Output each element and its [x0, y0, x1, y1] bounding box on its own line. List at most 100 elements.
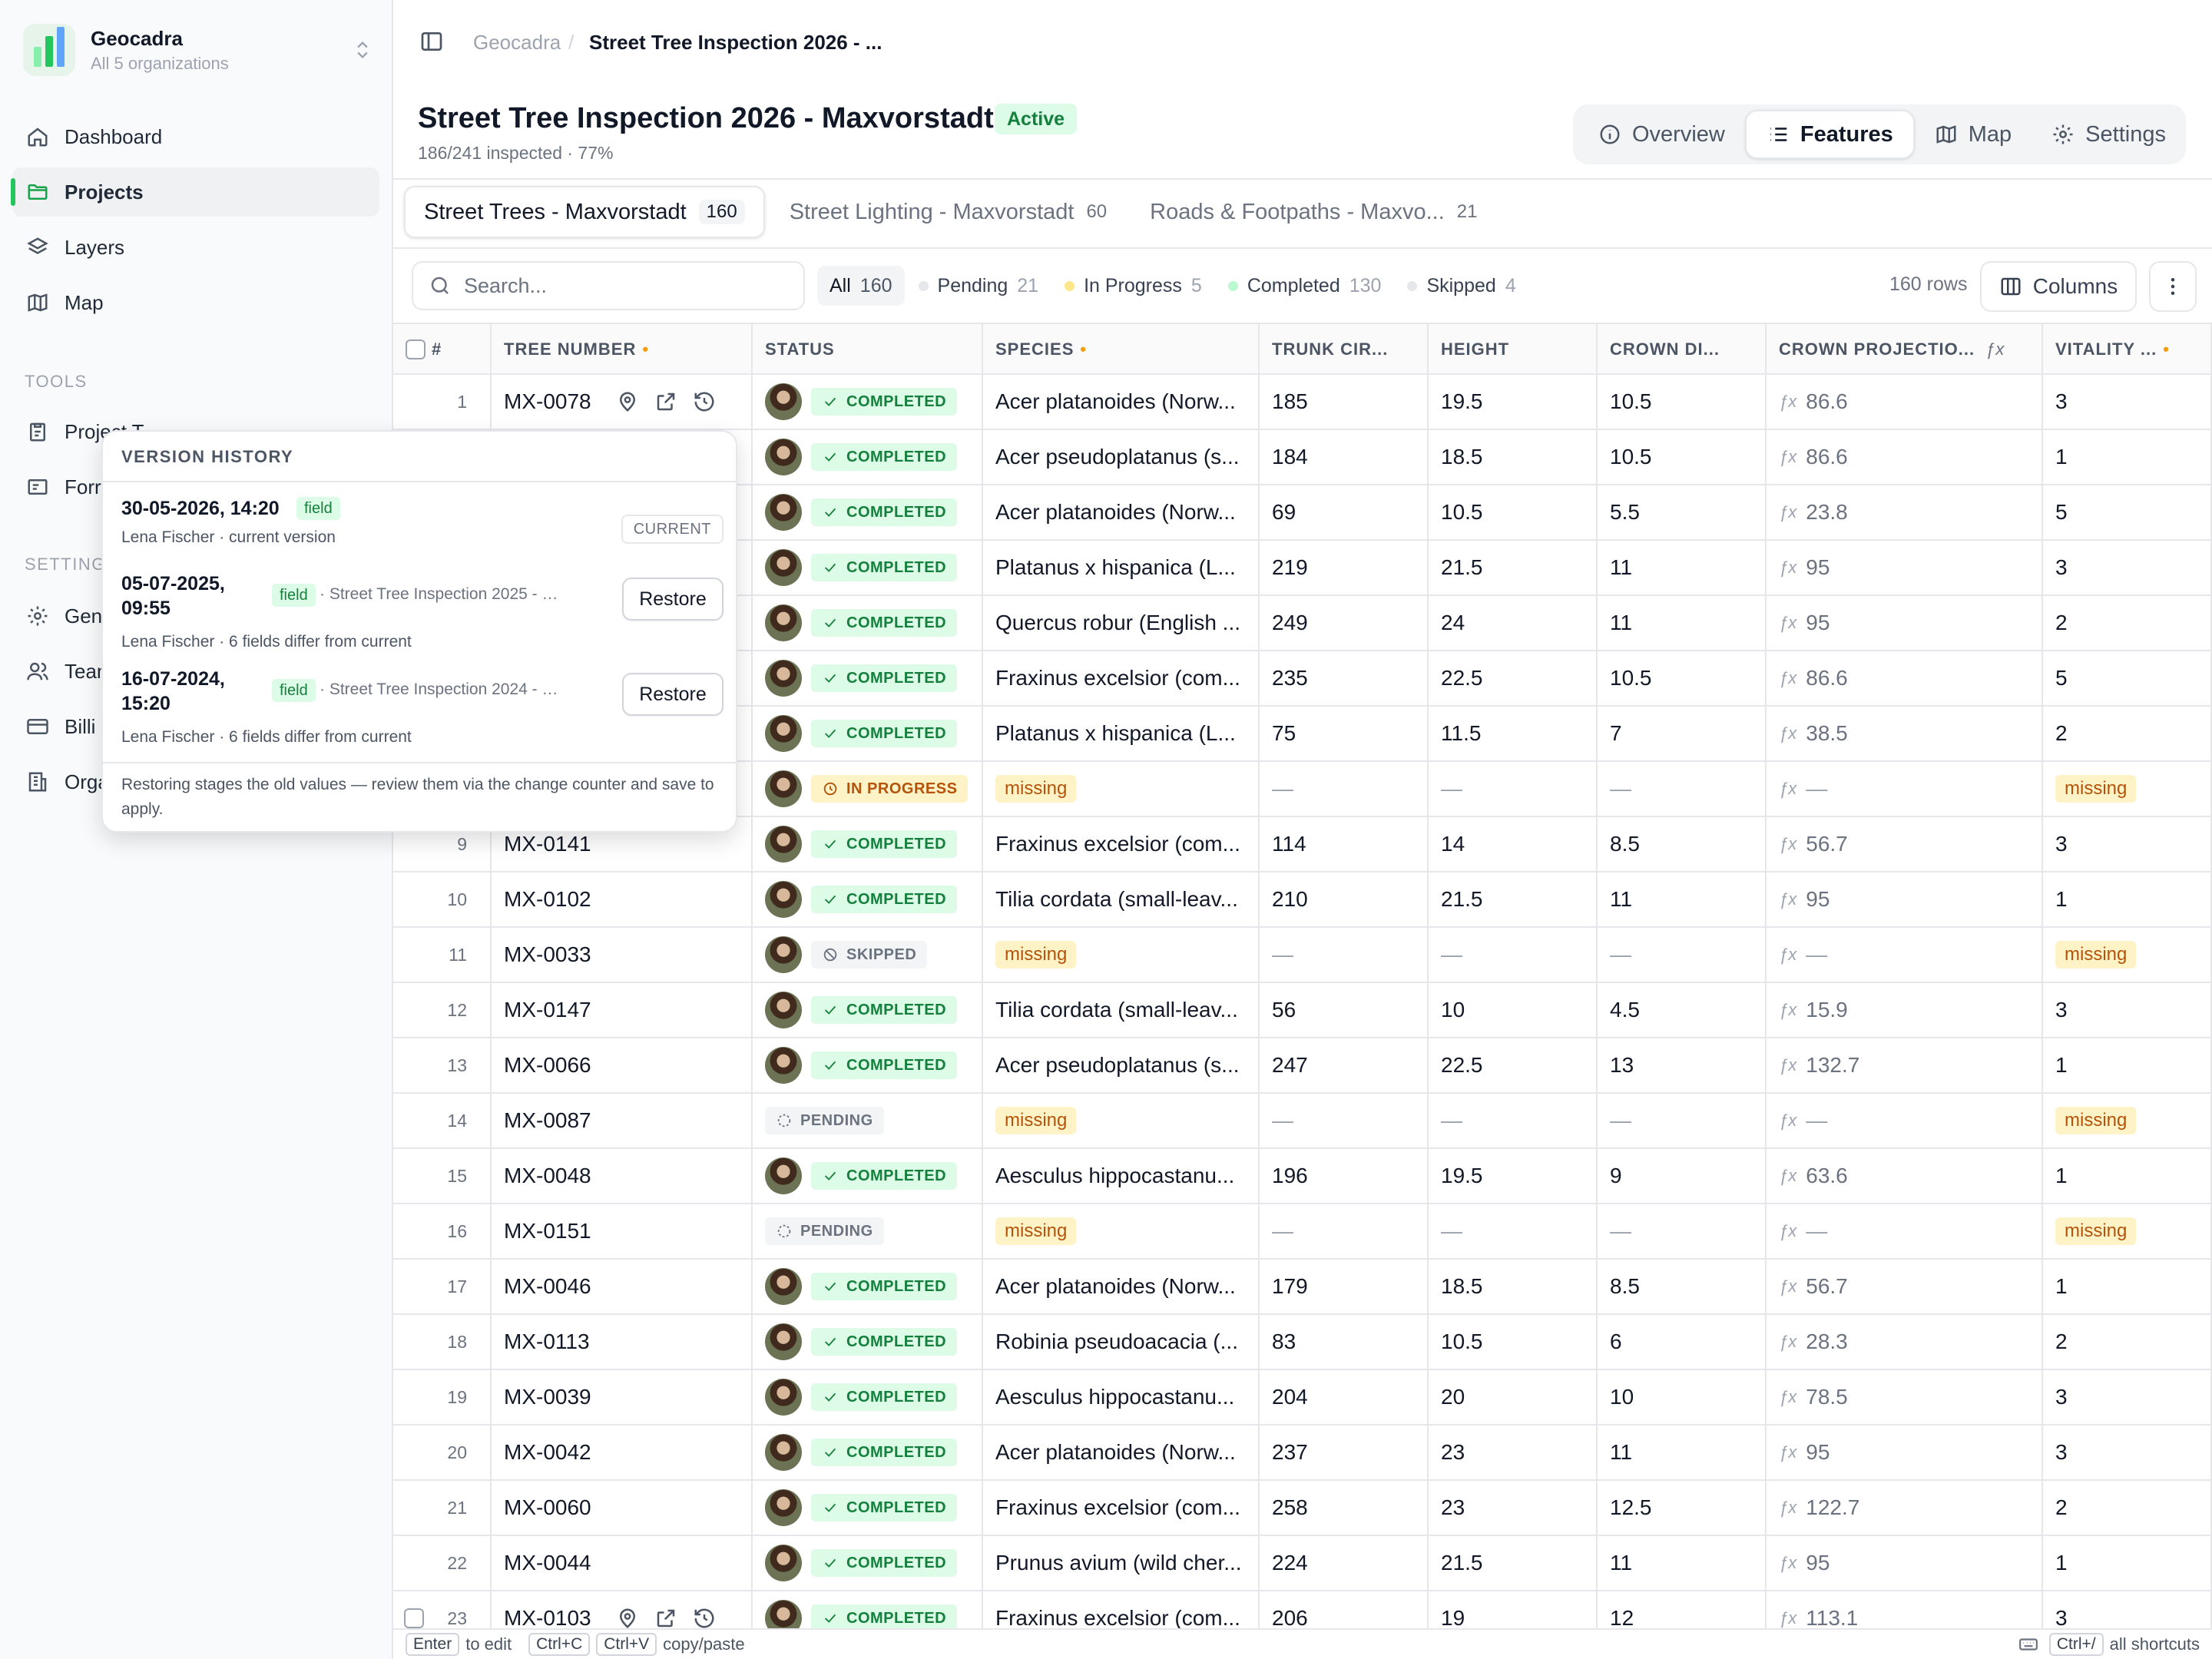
- table-cell[interactable]: —: [1598, 762, 1767, 816]
- table-cell[interactable]: missing: [2043, 1094, 2212, 1147]
- table-cell[interactable]: 3: [2043, 375, 2212, 429]
- table-cell[interactable]: 20: [1429, 1370, 1598, 1424]
- table-cell[interactable]: 11: [1598, 873, 1767, 926]
- table-cell[interactable]: 2: [2043, 596, 2212, 650]
- table-cell[interactable]: —: [1429, 1204, 1598, 1258]
- table-cell[interactable]: missing: [983, 1204, 1260, 1258]
- table-cell[interactable]: ƒx 95: [1767, 541, 2043, 594]
- table-cell[interactable]: MX-0039: [492, 1370, 753, 1424]
- table-cell[interactable]: ƒx 28.3: [1767, 1315, 2043, 1369]
- table-cell[interactable]: 196: [1260, 1149, 1429, 1203]
- table-cell[interactable]: 12: [393, 983, 492, 1037]
- table-cell[interactable]: ƒx 132.7: [1767, 1038, 2043, 1092]
- table-cell[interactable]: 23: [393, 1591, 492, 1628]
- table-cell[interactable]: 1: [2043, 873, 2212, 926]
- table-cell[interactable]: 13: [1598, 1038, 1767, 1092]
- table-cell[interactable]: 19: [393, 1370, 492, 1424]
- org-switcher[interactable]: Geocadra All 5 organizations: [23, 22, 373, 78]
- table-cell[interactable]: —: [1429, 1094, 1598, 1147]
- table-cell[interactable]: 8.5: [1598, 1260, 1767, 1313]
- table-cell[interactable]: —: [1429, 762, 1598, 816]
- version-history-button[interactable]: [693, 1607, 716, 1628]
- table-cell[interactable]: 10.5: [1598, 375, 1767, 429]
- table-cell[interactable]: Acer pseudoplatanus (s...: [983, 430, 1260, 484]
- table-cell[interactable]: 1: [2043, 1536, 2212, 1590]
- table-cell[interactable]: COMPLETED: [753, 651, 983, 705]
- table-cell[interactable]: 2: [2043, 1315, 2212, 1369]
- table-cell[interactable]: 19.5: [1429, 1149, 1598, 1203]
- table-row[interactable]: 18 MX-0113 COMPLETED Robinia pseudoacacia (…: [393, 1315, 2212, 1370]
- table-cell[interactable]: MX-0147: [492, 983, 753, 1037]
- table-cell[interactable]: ƒx 38.5: [1767, 707, 2043, 760]
- table-cell[interactable]: MX-0103: [492, 1591, 753, 1628]
- filter-all[interactable]: All 160: [817, 266, 905, 306]
- table-cell[interactable]: missing: [983, 1094, 1260, 1147]
- table-cell[interactable]: 21.5: [1429, 1536, 1598, 1590]
- table-cell[interactable]: 17: [393, 1260, 492, 1313]
- table-cell[interactable]: 4.5: [1598, 983, 1767, 1037]
- table-cell[interactable]: 11: [1598, 1426, 1767, 1479]
- table-cell[interactable]: 13: [393, 1038, 492, 1092]
- table-cell[interactable]: 83: [1260, 1315, 1429, 1369]
- table-cell[interactable]: Aesculus hippocastanu...: [983, 1149, 1260, 1203]
- table-cell[interactable]: 114: [1260, 817, 1429, 871]
- table-cell[interactable]: COMPLETED: [753, 541, 983, 594]
- table-cell[interactable]: 21.5: [1429, 541, 1598, 594]
- table-cell[interactable]: MX-0044: [492, 1536, 753, 1590]
- table-cell[interactable]: 3: [2043, 1426, 2212, 1479]
- table-row[interactable]: 21 MX-0060 COMPLETED Fraxinus excelsior (co…: [393, 1481, 2212, 1536]
- table-cell[interactable]: MX-0102: [492, 873, 753, 926]
- table-cell[interactable]: 10.5: [1429, 1315, 1598, 1369]
- table-cell[interactable]: 5: [2043, 651, 2212, 705]
- table-cell[interactable]: 10.5: [1598, 651, 1767, 705]
- table-cell[interactable]: Fraxinus excelsior (com...: [983, 817, 1260, 871]
- table-row[interactable]: 10 MX-0102 COMPLETED Tilia cordata (small-l…: [393, 873, 2212, 928]
- tab-features[interactable]: Features: [1744, 110, 1915, 159]
- table-cell[interactable]: 21.5: [1429, 873, 1598, 926]
- table-cell[interactable]: —: [1260, 1204, 1429, 1258]
- table-cell[interactable]: 12: [1598, 1591, 1767, 1628]
- table-cell[interactable]: Quercus robur (English ...: [983, 596, 1260, 650]
- filter-in-progress[interactable]: In Progress 5: [1052, 266, 1214, 306]
- table-cell[interactable]: —: [1260, 928, 1429, 982]
- table-cell[interactable]: ƒx 95: [1767, 1426, 2043, 1479]
- tab-layer-street-trees[interactable]: Street Trees - Maxvorstadt 160: [404, 186, 765, 238]
- table-cell[interactable]: 23: [1429, 1481, 1598, 1535]
- locate-button[interactable]: [616, 390, 639, 413]
- table-cell[interactable]: 11: [393, 928, 492, 982]
- table-cell[interactable]: ƒx 23.8: [1767, 485, 2043, 539]
- table-cell[interactable]: 10: [1429, 983, 1598, 1037]
- table-cell[interactable]: MX-0042: [492, 1426, 753, 1479]
- table-cell[interactable]: COMPLETED: [753, 1315, 983, 1369]
- table-row[interactable]: 15 MX-0048 COMPLETED Aesculus hippocastanu.…: [393, 1149, 2212, 1204]
- table-cell[interactable]: COMPLETED: [753, 596, 983, 650]
- column-header[interactable]: STATUS: [753, 324, 983, 375]
- columns-button[interactable]: Columns: [1980, 261, 2137, 312]
- table-cell[interactable]: —: [1429, 928, 1598, 982]
- table-cell[interactable]: 19: [1429, 1591, 1598, 1628]
- column-header[interactable]: VITALITY ... •: [2043, 324, 2212, 375]
- table-cell[interactable]: 224: [1260, 1536, 1429, 1590]
- table-cell[interactable]: missing: [983, 762, 1260, 816]
- filter-completed[interactable]: Completed 130: [1216, 266, 1394, 306]
- table-cell[interactable]: MX-0087: [492, 1094, 753, 1147]
- table-cell[interactable]: COMPLETED: [753, 1426, 983, 1479]
- table-cell[interactable]: 247: [1260, 1038, 1429, 1092]
- table-cell[interactable]: COMPLETED: [753, 1481, 983, 1535]
- table-cell[interactable]: Acer platanoides (Norw...: [983, 485, 1260, 539]
- table-cell[interactable]: ƒx 95: [1767, 873, 2043, 926]
- table-cell[interactable]: ƒx —: [1767, 762, 2043, 816]
- table-cell[interactable]: ƒx 15.9: [1767, 983, 2043, 1037]
- table-cell[interactable]: missing: [2043, 1204, 2212, 1258]
- table-row[interactable]: 16 MX-0151 PENDING missing — — — ƒx — missing: [393, 1204, 2212, 1260]
- table-cell[interactable]: Prunus avium (wild cher...: [983, 1536, 1260, 1590]
- table-cell[interactable]: 5: [2043, 485, 2212, 539]
- table-row[interactable]: 13 MX-0066 COMPLETED Acer pseudoplatanus (s…: [393, 1038, 2212, 1094]
- open-feature-button[interactable]: [654, 390, 677, 413]
- table-cell[interactable]: 20: [393, 1426, 492, 1479]
- table-cell[interactable]: 204: [1260, 1370, 1429, 1424]
- table-cell[interactable]: ƒx 122.7: [1767, 1481, 2043, 1535]
- table-row[interactable]: 17 MX-0046 COMPLETED Acer platanoides (Norw…: [393, 1260, 2212, 1315]
- table-cell[interactable]: 5.5: [1598, 485, 1767, 539]
- table-cell[interactable]: 18.5: [1429, 430, 1598, 484]
